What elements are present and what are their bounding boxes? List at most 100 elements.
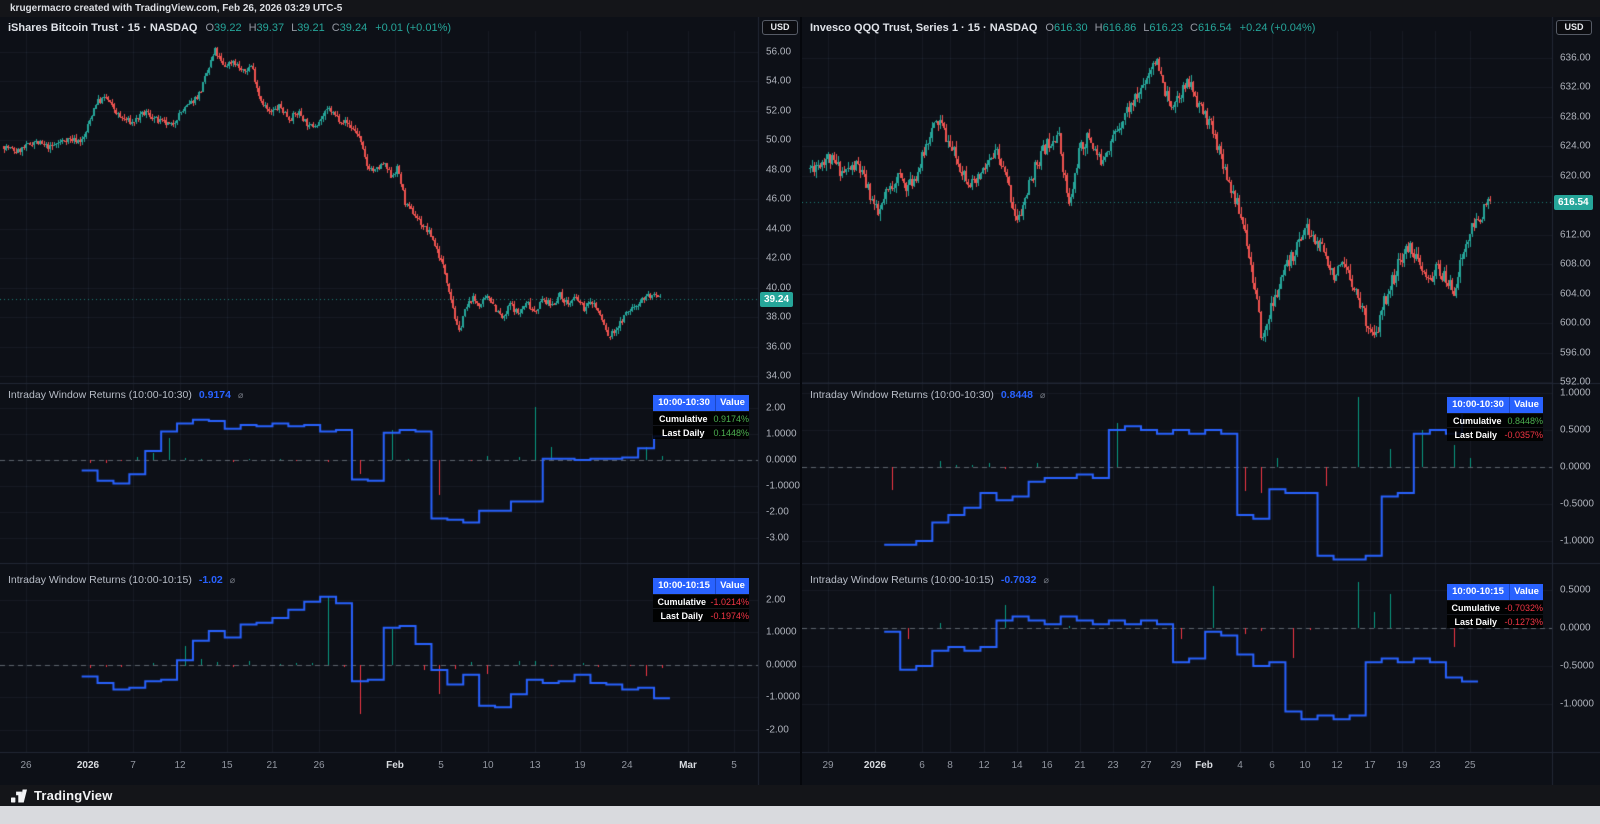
indicator-legend-1030[interactable]: Intraday Window Returns (10:00-10:30) 0.…	[8, 389, 243, 401]
returns-table-rows: Cumulative 0.8448% Last Daily -0.0357%	[1447, 413, 1543, 441]
diameter-icon: ⌀	[229, 574, 236, 585]
pane-tick: 0.0000	[766, 659, 797, 671]
returns-table-rows: Cumulative -0.7032% Last Daily -0.1273%	[1447, 600, 1543, 628]
window-header: 10:00-10:30	[653, 395, 716, 411]
time-tick: 2026	[76, 760, 100, 771]
returns-table-header: 10:00-10:30 Value	[653, 395, 749, 411]
time-tick: 26	[20, 760, 32, 771]
pane-tick: 2.00	[766, 594, 786, 606]
time-tick: 2026	[863, 760, 887, 771]
pane2-scale[interactable]: 0.5000 0.0000 -0.5000 -1.0000	[1552, 17, 1598, 752]
time-tick: 4	[1237, 760, 1243, 771]
tradingview-logo-icon[interactable]	[10, 788, 28, 804]
returns-table-1015: 10:00-10:15 Value Cumulative -1.0214% La…	[653, 578, 749, 622]
time-tick: Feb	[1195, 760, 1213, 771]
returns-table-header: 10:00-10:15 Value	[1447, 584, 1543, 600]
time-tick: Feb	[386, 760, 404, 771]
table-row: Cumulative -0.7032%	[1447, 600, 1543, 614]
returns-table-1030: 10:00-10:30 Value Cumulative 0.9174% Las…	[653, 395, 749, 439]
window-header: 10:00-10:30	[1447, 397, 1510, 413]
time-tick: 10	[482, 760, 494, 771]
value-header: Value	[1514, 399, 1539, 410]
indicator-value: -1.02	[198, 574, 223, 586]
table-row: Last Daily -0.1273%	[1447, 614, 1543, 628]
returns-table-header: 10:00-10:15 Value	[653, 578, 749, 594]
value-header: Value	[1514, 586, 1539, 597]
time-tick: 21	[1074, 760, 1086, 771]
time-tick: 5	[731, 760, 737, 771]
returns-table-header: 10:00-10:30 Value	[1447, 397, 1543, 413]
time-tick: 5	[438, 760, 444, 771]
tradingview-published-chart: krugermacro created with TradingView.com…	[0, 0, 1600, 824]
indicator-value: 0.8448	[1000, 389, 1033, 401]
time-tick: 15	[221, 760, 233, 771]
pane-tick: 0.0000	[1560, 622, 1591, 634]
time-tick: 29	[822, 760, 834, 771]
indicator-title: Intraday Window Returns (10:00-10:15)	[810, 574, 994, 586]
branding-bar: TradingView	[0, 785, 1600, 806]
returns-table-rows: Cumulative -1.0214% Last Daily -0.1974%	[653, 594, 749, 622]
change-value: +0.24 (+0.04%)	[1239, 22, 1316, 34]
time-tick: 6	[1269, 760, 1275, 771]
symbol-title[interactable]: Invesco QQQ Trust, Series 1 · 15 · NASDA…	[810, 22, 1037, 34]
time-tick: 26	[313, 760, 325, 771]
time-tick: 12	[174, 760, 186, 771]
ohlc-values: O616.30 H616.86 L616.23 C616.54	[1045, 22, 1232, 34]
indicator-value: -0.7032	[1000, 574, 1037, 586]
time-tick: 7	[130, 760, 136, 771]
currency-badge[interactable]: USD	[762, 20, 798, 35]
window-header: 10:00-10:15	[1447, 584, 1510, 600]
diameter-icon: ⌀	[1043, 574, 1049, 585]
diameter-icon: ⌀	[1039, 389, 1046, 400]
indicator-title: Intraday Window Returns (10:00-10:30)	[8, 389, 192, 401]
time-tick: 25	[1464, 760, 1476, 771]
symbol-title[interactable]: iShares Bitcoin Trust · 15 · NASDAQ	[8, 22, 197, 34]
table-row: Cumulative 0.8448%	[1447, 413, 1543, 427]
time-tick: Mar	[679, 760, 697, 771]
time-scale[interactable]: 29 2026 6 8 12 14 16 21 23 27 29 Feb 4 6 10 12 17 19 23 25	[802, 752, 1552, 785]
diameter-icon: ⌀	[237, 389, 244, 400]
charts-area: iShares Bitcoin Trust · 15 · NASDAQ O39.…	[0, 17, 1600, 785]
returns-table-1030: 10:00-10:30 Value Cumulative 0.8448% Las…	[1447, 397, 1543, 441]
indicator-legend-1030[interactable]: Intraday Window Returns (10:00-10:30) 0.…	[810, 389, 1045, 401]
time-scale[interactable]: 26 2026 7 12 15 21 26 Feb 5 10 13 19 24 Mar 5	[0, 752, 758, 785]
pane-tick: 0.5000	[1560, 584, 1591, 596]
value-header: Value	[720, 580, 745, 591]
time-tick: 29	[1170, 760, 1182, 771]
window-header: 10:00-10:15	[653, 578, 716, 594]
pane-tick: -1.0000	[1560, 698, 1594, 710]
table-row: Cumulative -1.0214%	[653, 594, 749, 608]
indicator-legend-1015[interactable]: Intraday Window Returns (10:00-10:15) -0…	[810, 574, 1049, 586]
time-tick: 10	[1299, 760, 1311, 771]
time-tick: 8	[947, 760, 953, 771]
indicator-title: Intraday Window Returns (10:00-10:15)	[8, 574, 192, 586]
table-row: Last Daily 0.1448%	[653, 425, 749, 439]
time-tick: 13	[529, 760, 541, 771]
pane-tick: -0.5000	[1560, 660, 1594, 672]
last-price-label: 616.54	[1554, 195, 1593, 210]
watermark-text: krugermacro created with TradingView.com…	[10, 3, 343, 14]
time-tick: 23	[1107, 760, 1119, 771]
pane2-scale[interactable]: 2.00 1.0000 0.0000 -1.0000 -2.00	[758, 17, 804, 752]
pane-tick: -2.00	[766, 724, 789, 736]
symbol-legend[interactable]: Invesco QQQ Trust, Series 1 · 15 · NASDA…	[810, 22, 1315, 34]
time-tick: 19	[1396, 760, 1408, 771]
value-header: Value	[720, 397, 745, 408]
last-price-label: 39.24	[760, 292, 794, 307]
time-tick: 16	[1041, 760, 1053, 771]
table-row: Last Daily -0.0357%	[1447, 427, 1543, 441]
indicator-legend-1015[interactable]: Intraday Window Returns (10:00-10:15) -1…	[8, 574, 235, 586]
returns-table-1015: 10:00-10:15 Value Cumulative -0.7032% La…	[1447, 584, 1543, 628]
indicator-title: Intraday Window Returns (10:00-10:30)	[810, 389, 994, 401]
ohlc-values: O39.22 H39.37 L39.21 C39.24	[205, 22, 368, 34]
time-tick: 23	[1429, 760, 1441, 771]
chart-layout-ibit[interactable]: iShares Bitcoin Trust · 15 · NASDAQ O39.…	[0, 17, 800, 785]
time-tick: 24	[621, 760, 633, 771]
symbol-legend[interactable]: iShares Bitcoin Trust · 15 · NASDAQ O39.…	[8, 22, 451, 34]
table-row: Cumulative 0.9174%	[653, 411, 749, 425]
bottom-strip	[0, 806, 1600, 824]
currency-badge[interactable]: USD	[1556, 20, 1592, 35]
tradingview-logo-text[interactable]: TradingView	[34, 788, 113, 803]
chart-layout-qqq[interactable]: Invesco QQQ Trust, Series 1 · 15 · NASDA…	[802, 17, 1600, 785]
pane-tick: -1.0000	[766, 691, 800, 703]
